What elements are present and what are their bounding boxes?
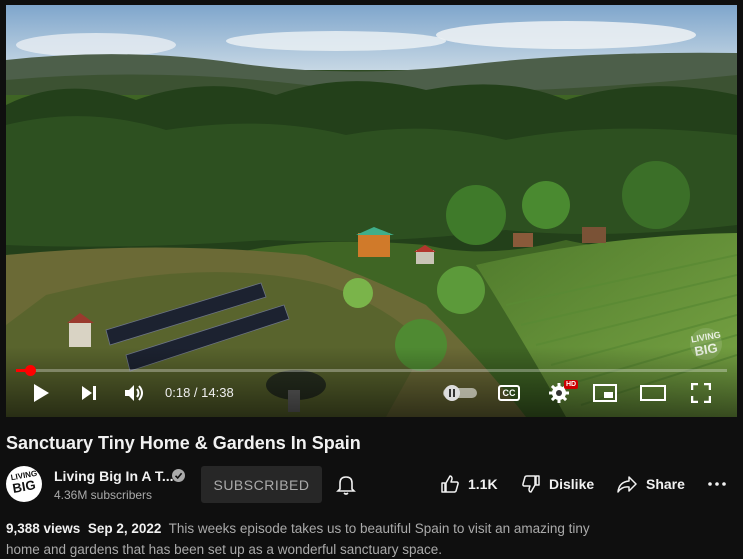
progress-bar[interactable]: [16, 365, 727, 376]
like-count: 1.1K: [468, 476, 498, 492]
share-label: Share: [646, 476, 685, 492]
captions-label: CC: [502, 388, 516, 398]
miniplayer-button[interactable]: [592, 375, 618, 411]
thumbs-down-icon: [522, 475, 540, 493]
captions-button[interactable]: CC: [496, 375, 522, 411]
share-icon: [617, 476, 637, 493]
share-button[interactable]: Share: [616, 472, 685, 496]
channel-avatar[interactable]: LIVING BIG: [6, 466, 42, 502]
channel-name-link[interactable]: Living Big In A T...: [54, 468, 174, 484]
notification-bell-icon[interactable]: [334, 472, 358, 496]
hd-badge: HD: [564, 380, 579, 389]
fullscreen-icon: [691, 383, 711, 403]
autoplay-toggle-icon: [443, 385, 477, 401]
settings-button[interactable]: HD: [544, 375, 579, 411]
current-time: 0:18: [165, 385, 191, 400]
subscriber-count: 4.36M subscribers: [54, 488, 153, 502]
captions-icon: CC: [498, 385, 520, 401]
verified-check-icon: [172, 469, 185, 482]
next-icon: [82, 386, 96, 400]
view-count: 9,388 views: [6, 521, 81, 536]
thumbs-up-icon: [441, 475, 459, 493]
time-separator: /: [190, 385, 202, 400]
fullscreen-button[interactable]: [688, 375, 714, 411]
play-button[interactable]: [28, 375, 54, 411]
time-display: 0:18 / 14:38: [165, 385, 234, 400]
video-player[interactable]: LIVING BIG 0:18 / 14:38 CC: [6, 5, 737, 417]
volume-button[interactable]: [122, 375, 148, 411]
dislike-button[interactable]: Dislike: [521, 472, 594, 496]
publish-date: Sep 2, 2022: [87, 521, 162, 536]
duration: 14:38: [201, 385, 234, 400]
dislike-label: Dislike: [549, 476, 595, 492]
play-icon: [34, 384, 49, 402]
theater-icon: [640, 385, 666, 401]
volume-icon: [125, 385, 143, 401]
theater-mode-button[interactable]: [639, 375, 667, 411]
video-title: Sanctuary Tiny Home & Gardens In Spain: [6, 433, 361, 453]
more-actions-icon[interactable]: [705, 474, 729, 494]
miniplayer-icon: [593, 384, 617, 402]
description-box[interactable]: 9,388 views Sep 2, 2022 This weeks episo…: [6, 518, 616, 559]
like-button[interactable]: 1.1K: [440, 472, 498, 496]
subscribed-button[interactable]: SUBSCRIBED: [201, 466, 322, 503]
next-video-button[interactable]: [76, 375, 102, 411]
controls-gradient: [6, 347, 737, 417]
autoplay-toggle[interactable]: [440, 375, 480, 411]
